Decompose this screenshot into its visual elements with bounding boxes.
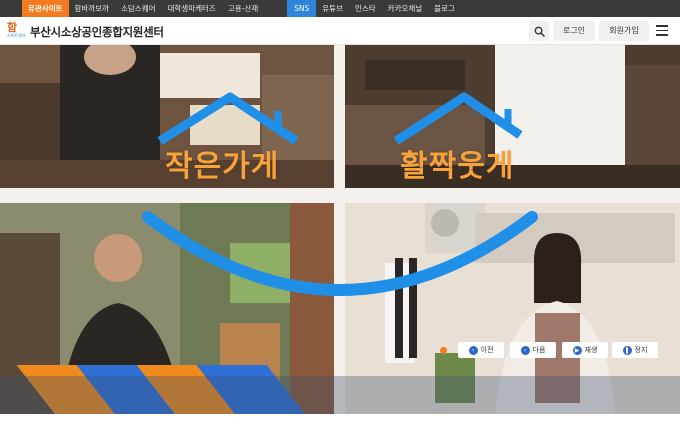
related-sites-tab[interactable]: 유관사이트 xyxy=(22,0,69,17)
chevron-right-icon: › xyxy=(520,345,530,355)
pause-icon: ❚ xyxy=(622,345,632,355)
sns-link-kakao[interactable]: 카카오채널 xyxy=(382,0,429,17)
stop-label: 정지 xyxy=(634,346,648,354)
sns-link-blog[interactable]: 블로그 xyxy=(428,0,461,17)
next-label: 다음 xyxy=(532,346,546,354)
next-slide-button[interactable]: › 다음 xyxy=(510,342,556,358)
related-site-link-4[interactable]: 고용-산재 xyxy=(222,0,264,17)
site-logo[interactable]: 함 스마트센터 xyxy=(7,22,27,40)
sns-link-instagram[interactable]: 인스타 xyxy=(349,0,382,17)
stop-slide-button[interactable]: ❚ 정지 xyxy=(612,342,658,358)
prev-label: 이전 xyxy=(480,346,494,354)
search-button[interactable] xyxy=(529,21,549,41)
site-header: 함 스마트센터 부산시소상공인종합지원센터 로그인 회원가입 xyxy=(0,17,680,45)
logo-sub: 스마트센터 xyxy=(7,33,26,38)
sns-tab[interactable]: SNS xyxy=(287,0,317,17)
site-title[interactable]: 부산시소상공인종합지원센터 xyxy=(30,24,164,40)
related-site-link-3[interactable]: 대학생마케터즈 xyxy=(162,0,222,17)
login-button[interactable]: 로그인 xyxy=(553,21,595,41)
slider-control-bar xyxy=(0,376,680,414)
smile-graphic xyxy=(142,92,538,296)
hero-slider: 작은가게 활짝웃게 xyxy=(0,45,680,414)
slide-indicator-dot[interactable] xyxy=(440,347,447,354)
chevron-left-icon: ‹ xyxy=(468,345,478,355)
search-icon xyxy=(534,26,545,37)
play-slide-button[interactable]: ▶ 재생 xyxy=(562,342,608,358)
related-site-link-2[interactable]: 소담스퀘어 xyxy=(115,0,162,17)
logo-mark: 함 xyxy=(7,21,18,34)
menu-icon[interactable] xyxy=(656,25,668,36)
join-button[interactable]: 회원가입 xyxy=(599,21,649,41)
related-site-link-1[interactable]: 함바까보까 xyxy=(69,0,116,17)
sns-link-youtube[interactable]: 유튜브 xyxy=(316,0,349,17)
prev-slide-button[interactable]: ‹ 이전 xyxy=(458,342,504,358)
play-icon: ▶ xyxy=(572,345,582,355)
top-utility-bar: 유관사이트 함바까보까 소담스퀘어 대학생마케터즈 고용-산재 SNS 유튜브 … xyxy=(0,0,680,17)
play-label: 재생 xyxy=(584,346,598,354)
hero-caption-right: 활짝웃게 xyxy=(400,149,515,184)
hero-caption-left: 작은가게 xyxy=(165,149,280,184)
